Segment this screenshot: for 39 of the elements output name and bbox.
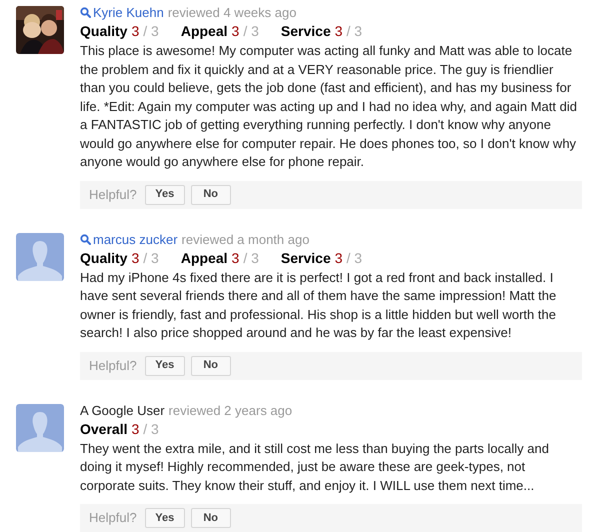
score-label: Quality [80, 22, 128, 41]
score-value: 3 [131, 248, 140, 268]
score-label: Overall [80, 420, 128, 438]
vote-button[interactable]: Yes [144, 356, 185, 376]
review-date: reviewed 2 years ago [168, 402, 292, 420]
score-max: / 3 [143, 22, 159, 41]
review-text: Had my iPhone 4s fixed there are it is perfect! I got a red front and back installed. I have sent several friends there and all of them have the same impression! Matt the owner is friendly, fast and professional. His shop is a little hidden but well worth the search! I also price shopped around and he was by far the least expensive! [80, 268, 558, 342]
review-text: They went the extra mile, and it still cost me less than buying the parts locally and doing it mysef! Highly recommended, just be aware these are geek-types, not corporate suits. They know their stuff, and enjoy it. I WILL use them next time... [80, 440, 550, 495]
score-max: / 3 [243, 22, 259, 41]
score-value: 3 [131, 420, 140, 438]
score-label: Appeal [180, 22, 228, 41]
score-value: 3 [232, 248, 240, 268]
vote-button[interactable]: No [190, 508, 231, 528]
score-label: Quality [80, 248, 128, 268]
score-label: Service [280, 248, 331, 268]
score-value: 3 [334, 248, 343, 268]
helpful-label: Helpful? [89, 509, 137, 528]
review-date: reviewed 4 weeks ago [168, 4, 296, 22]
score-max: / 3 [143, 248, 159, 268]
score-label: Appeal [180, 248, 228, 268]
score-value: 3 [334, 22, 343, 41]
score-max: / 3 [346, 22, 362, 41]
reviewer-name: A Google User [80, 402, 165, 420]
vote-button[interactable]: No [190, 184, 231, 204]
reviewer-name[interactable]: Kyrie Kuehn [93, 4, 164, 22]
review-text: This place is awesome! My computer was acting all funky and Matt was able to locate the problem and fix it quickly and at a VERY reasonable price. The guy is friendlier than you could believe, gets the job done (fast and efficient), and has my business for life. *Edit: Again my computer was acting up and I had no idea why, and again Matt did a FANTASTIC job of getting everything running perfectly. I don't know why anyone would go anywhere else for computer repair. He does phones too, so I don't know why anyone would go anywhere else for phone repair. [80, 42, 578, 171]
helpful-label: Helpful? [89, 186, 137, 204]
score-value: 3 [131, 22, 140, 41]
score-max: / 3 [143, 420, 159, 438]
vote-button[interactable]: Yes [144, 508, 185, 528]
vote-button[interactable]: No [190, 356, 231, 376]
score-max: / 3 [243, 248, 259, 268]
reviewer-name[interactable]: marcus zucker [93, 230, 178, 248]
score-max: / 3 [346, 248, 362, 268]
score-label: Service [280, 22, 331, 41]
review-date: reviewed a month ago [182, 230, 310, 248]
vote-button[interactable]: Yes [144, 184, 185, 204]
score-value: 3 [232, 22, 240, 41]
helpful-label: Helpful? [89, 356, 137, 375]
